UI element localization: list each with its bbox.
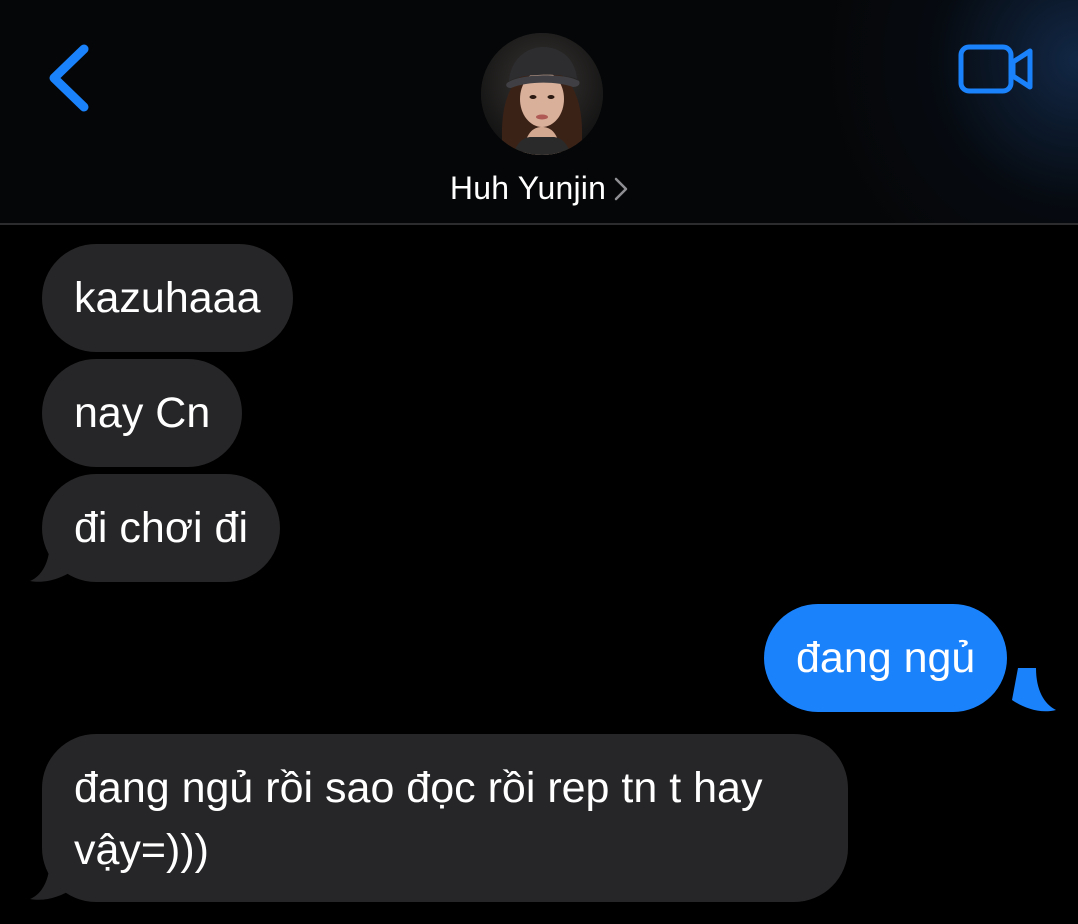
facetime-video-button[interactable] xyxy=(955,38,1037,100)
message-bubble-outgoing[interactable]: đang ngủ xyxy=(764,604,1008,712)
message-bubble-incoming[interactable]: đang ngủ rồi sao đọc rồi rep tn t hay vậ… xyxy=(42,734,848,902)
message-text: đi chơi đi xyxy=(74,504,248,552)
conversation-header: Huh Yunjin xyxy=(0,0,1078,225)
video-camera-icon xyxy=(958,44,1033,94)
message-text: nay Cn xyxy=(74,389,211,437)
contact-name: Huh Yunjin xyxy=(449,170,607,206)
message-bubble-incoming[interactable]: kazuhaaa xyxy=(42,244,293,352)
contact-name-link[interactable]: Huh Yunjin xyxy=(0,170,1078,207)
message-text: kazuhaaa xyxy=(74,274,261,322)
chevron-left-icon xyxy=(49,44,89,112)
contact-avatar[interactable] xyxy=(481,33,603,155)
message-bubble-incoming[interactable]: nay Cn xyxy=(42,359,243,467)
chevron-right-icon xyxy=(614,177,628,201)
back-button[interactable] xyxy=(38,38,98,118)
message-text: đang ngủ rồi sao đọc rồi rep tn t hay vậ… xyxy=(74,764,763,874)
avatar-photo xyxy=(481,33,603,155)
bubble-tail xyxy=(1012,668,1056,712)
message-text: đang ngủ xyxy=(796,634,976,682)
message-bubble-incoming[interactable]: đi chơi đi xyxy=(42,474,280,582)
